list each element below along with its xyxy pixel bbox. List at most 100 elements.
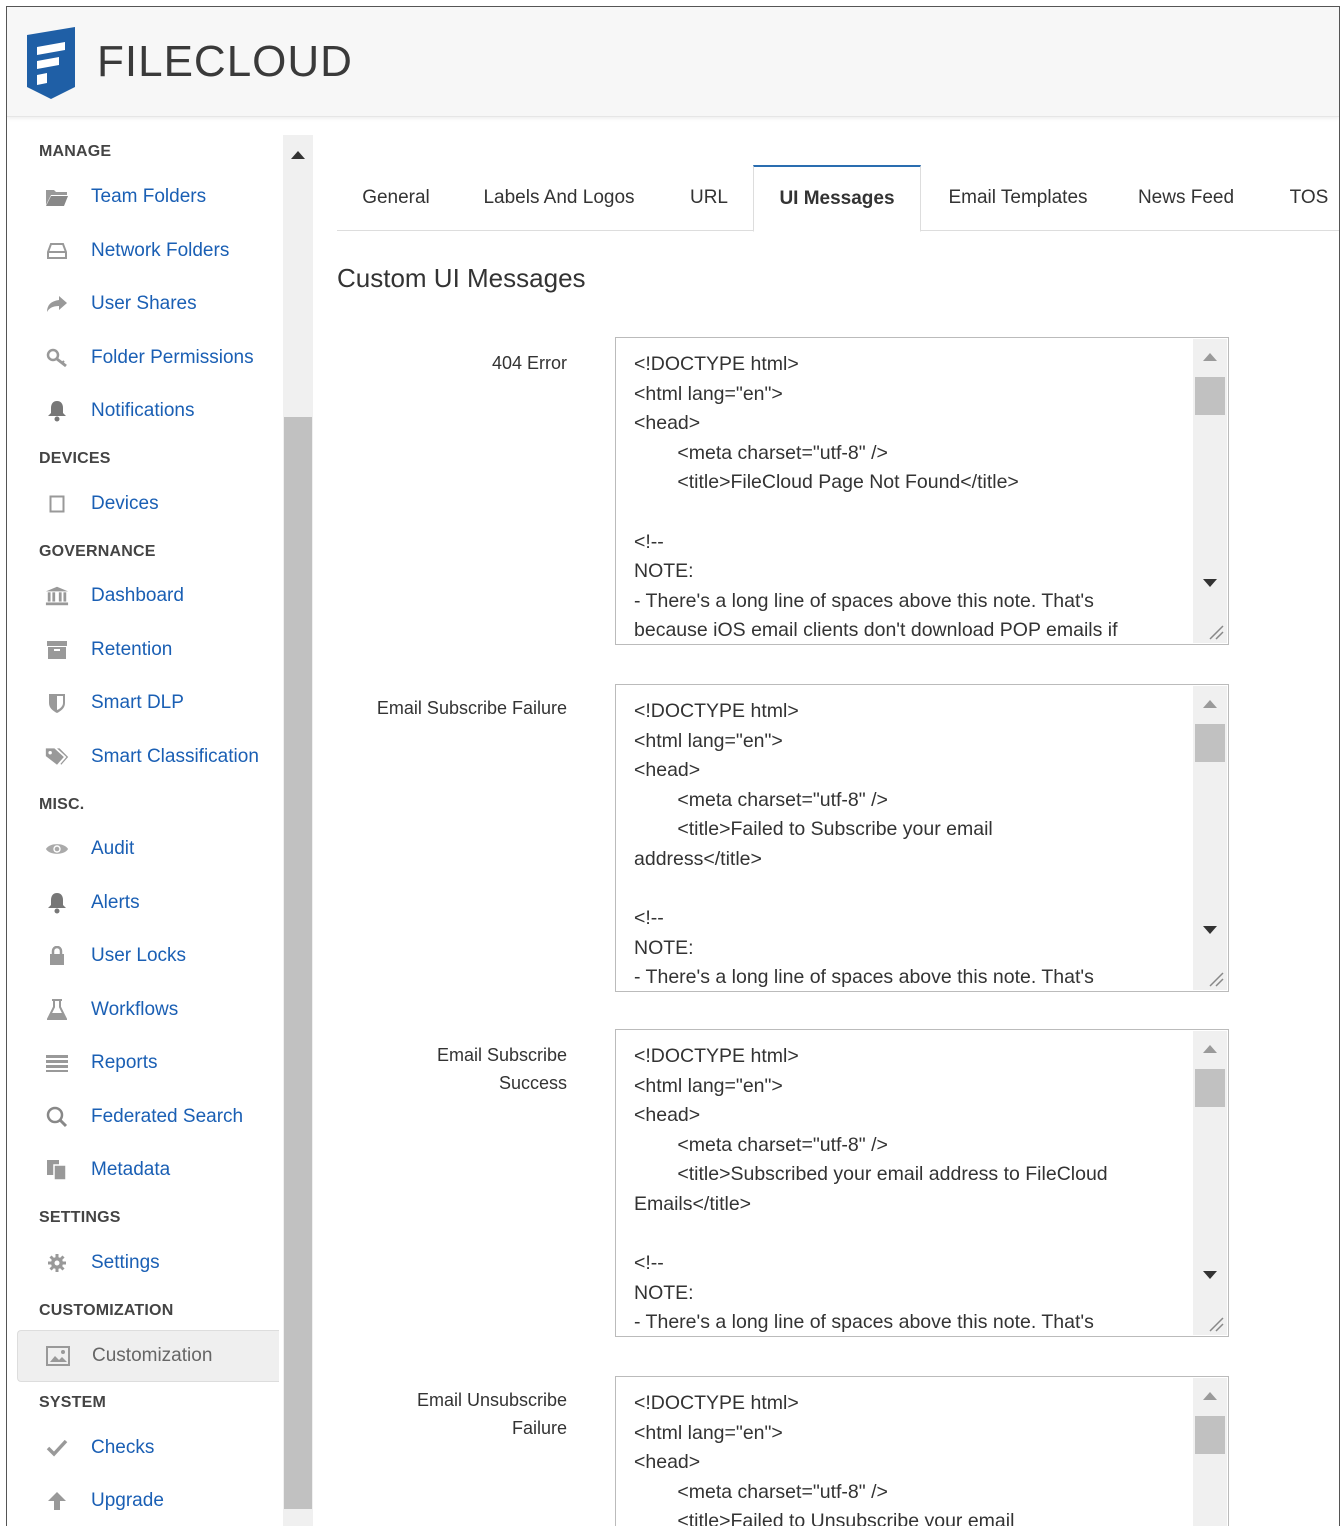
field-label-email-subscribe-failure: Email Subscribe Failure — [376, 698, 567, 718]
tab-url[interactable]: URL — [669, 165, 749, 231]
sidebar-item-label: Reports — [91, 1052, 158, 1073]
sidebar-item-folder-permissions[interactable]: Folder Permissions — [7, 338, 277, 378]
textarea-content[interactable]: <!DOCTYPE html> <html lang="en"> <head> … — [634, 1389, 1188, 1526]
sidebar-item-network-folders[interactable]: Network Folders — [7, 231, 277, 271]
sidebar-item-user-locks[interactable]: User Locks — [7, 936, 277, 976]
textarea-scrollbar[interactable] — [1193, 686, 1227, 990]
scroll-up-arrow-icon[interactable] — [1203, 1045, 1217, 1053]
message-textarea-email-unsubscribe-failure[interactable]: <!DOCTYPE html> <html lang="en"> <head> … — [615, 1376, 1229, 1526]
section-title-settings: SETTINGS — [39, 1209, 121, 1226]
sidebar-item-smart-dlp[interactable]: Smart DLP — [7, 683, 277, 723]
sidebar-item-label: Folder Permissions — [91, 347, 254, 368]
resize-grip-icon[interactable] — [1206, 622, 1224, 640]
search-icon — [45, 1105, 69, 1129]
resize-grip-icon[interactable] — [1206, 1314, 1224, 1332]
filecloud-logo-icon — [27, 27, 75, 99]
scrollbar-thumb[interactable] — [284, 417, 312, 1509]
scroll-up-arrow-icon[interactable] — [1203, 1392, 1217, 1400]
resize-grip-icon[interactable] — [1206, 969, 1224, 987]
field-label-email-subscribe-success: Email Subscribe Success — [436, 1045, 567, 1093]
sidebar-item-label: Settings — [91, 1252, 160, 1273]
sidebar-item-label: Dashboard — [91, 585, 184, 606]
sidebar-item-label: Alerts — [91, 892, 140, 913]
header-bar: FILECLOUD — [7, 7, 1339, 117]
picture-icon — [46, 1344, 70, 1368]
sidebar-item-label: Checks — [91, 1437, 155, 1458]
sidebar-item-retention[interactable]: Retention — [7, 630, 277, 670]
tab-labels-and-logos[interactable]: Labels And Logos — [467, 165, 651, 231]
scroll-up-arrow-icon[interactable] — [1203, 700, 1217, 708]
bell-icon — [45, 891, 69, 915]
section-title-devices: DEVICES — [39, 450, 111, 467]
textarea-scrollbar[interactable] — [1193, 1031, 1227, 1335]
sidebar-item-reports[interactable]: Reports — [7, 1043, 277, 1083]
gear-icon — [45, 1251, 69, 1275]
sidebar-item-notifications[interactable]: Notifications — [7, 391, 277, 431]
scroll-up-arrow-icon[interactable] — [1203, 353, 1217, 361]
bell-icon — [45, 399, 69, 423]
sidebar-item-label: Workflows — [91, 999, 179, 1020]
textarea-content[interactable]: <!DOCTYPE html> <html lang="en"> <head> … — [634, 1042, 1188, 1336]
scroll-down-arrow-icon[interactable] — [1203, 1271, 1217, 1279]
sidebar-item-label: User Shares — [91, 293, 197, 314]
tablet-icon — [45, 492, 69, 516]
sidebar-item-user-shares[interactable]: User Shares — [7, 284, 277, 324]
sidebar-item-workflows[interactable]: Workflows — [7, 990, 277, 1030]
sidebar-scrollbar[interactable] — [283, 135, 313, 1526]
message-textarea-404-error[interactable]: <!DOCTYPE html> <html lang="en"> <head> … — [615, 337, 1229, 645]
section-title-governance: GOVERNANCE — [39, 543, 156, 560]
sidebar-item-label: Team Folders — [91, 186, 207, 207]
sidebar-item-metadata[interactable]: Metadata — [7, 1150, 277, 1190]
sidebar-item-dashboard[interactable]: Dashboard — [7, 576, 277, 616]
sidebar-item-upgrade[interactable]: Upgrade — [7, 1481, 277, 1521]
sidebar-item-label: Audit — [91, 838, 135, 859]
scroll-down-arrow-icon[interactable] — [1203, 926, 1217, 934]
sidebar-item-label: User Locks — [91, 945, 187, 966]
message-textarea-email-subscribe-success[interactable]: <!DOCTYPE html> <html lang="en"> <head> … — [615, 1029, 1229, 1337]
tab-news-feed[interactable]: News Feed — [1121, 165, 1251, 231]
message-textarea-email-subscribe-failure[interactable]: <!DOCTYPE html> <html lang="en"> <head> … — [615, 684, 1229, 992]
sidebar-item-federated-search[interactable]: Federated Search — [7, 1097, 277, 1137]
scrollbar-thumb[interactable] — [1195, 377, 1225, 415]
settings-tabs: General Labels And Logos URL UI Messages… — [337, 165, 1339, 232]
textarea-scrollbar[interactable] — [1193, 1378, 1227, 1526]
sidebar-item-customization[interactable]: Customization — [17, 1330, 279, 1382]
tab-general[interactable]: General — [337, 165, 455, 231]
scrollbar-thumb[interactable] — [1195, 1416, 1225, 1454]
list-icon — [45, 1051, 69, 1075]
check-icon — [45, 1436, 69, 1460]
scroll-down-arrow-icon[interactable] — [1203, 579, 1217, 587]
sidebar-item-team-folders[interactable]: Team Folders — [7, 177, 277, 217]
scrollbar-thumb[interactable] — [1195, 1069, 1225, 1107]
section-title-system: SYSTEM — [39, 1394, 106, 1411]
sidebar-item-devices[interactable]: Devices — [7, 484, 277, 524]
app-window: FILECLOUD MANAGE Team Folders Network Fo… — [6, 6, 1340, 1526]
tab-email-templates[interactable]: Email Templates — [933, 165, 1103, 231]
sidebar-item-checks[interactable]: Checks — [7, 1428, 277, 1468]
sidebar-item-label: Network Folders — [91, 240, 230, 261]
flask-icon — [45, 998, 69, 1022]
sidebar-item-label: Retention — [91, 639, 173, 660]
sidebar-item-settings[interactable]: Settings — [7, 1243, 277, 1283]
tab-tos[interactable]: TOS — [1277, 165, 1339, 231]
textarea-content[interactable]: <!DOCTYPE html> <html lang="en"> <head> … — [634, 697, 1188, 991]
copy-icon — [45, 1158, 69, 1182]
app-name: FILECLOUD — [97, 37, 353, 86]
section-title-misc: MISC. — [39, 796, 85, 813]
textarea-content[interactable]: <!DOCTYPE html> <html lang="en"> <head> … — [634, 350, 1188, 644]
section-title-customization: CUSTOMIZATION — [39, 1302, 174, 1319]
scrollbar-thumb[interactable] — [1195, 724, 1225, 762]
sidebar: MANAGE Team Folders Network Folders User… — [7, 135, 279, 1526]
textarea-scrollbar[interactable] — [1193, 339, 1227, 643]
folder-open-icon — [45, 185, 69, 209]
tags-icon — [45, 745, 69, 769]
arrow-up-icon — [45, 1489, 69, 1513]
sidebar-item-alerts[interactable]: Alerts — [7, 883, 277, 923]
tab-ui-messages[interactable]: UI Messages — [753, 165, 921, 232]
hdd-icon — [45, 239, 69, 263]
scroll-up-arrow-icon[interactable] — [291, 151, 305, 159]
section-title-manage: MANAGE — [39, 143, 112, 160]
sidebar-item-label: Devices — [91, 493, 159, 514]
sidebar-item-smart-classification[interactable]: Smart Classification — [7, 737, 277, 777]
sidebar-item-audit[interactable]: Audit — [7, 829, 277, 869]
